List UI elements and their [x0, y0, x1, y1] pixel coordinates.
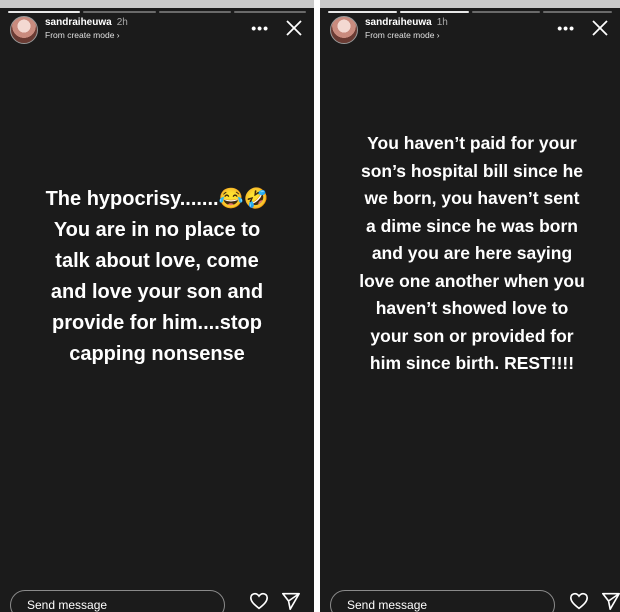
more-horizontal-icon[interactable]: •••	[557, 20, 575, 36]
send-icon[interactable]	[601, 592, 620, 610]
story-header: sandraiheuwa 2h From create mode › •••	[10, 16, 306, 44]
top-strip	[320, 0, 620, 8]
avatar[interactable]	[330, 16, 358, 44]
create-mode-link[interactable]: From create mode ›	[45, 30, 120, 40]
story-panel-left[interactable]: sandraiheuwa 2h From create mode › ••• Th…	[0, 0, 314, 612]
story-footer	[0, 582, 314, 612]
send-message-input[interactable]	[330, 590, 555, 612]
progress-segment	[83, 11, 156, 13]
story-panel-right[interactable]: sandraiheuwa 1h From create mode › ••• Yo…	[320, 0, 620, 612]
heart-icon[interactable]	[569, 592, 589, 610]
progress-segment	[233, 11, 306, 13]
progress-segment	[158, 11, 231, 13]
story-header: sandraiheuwa 1h From create mode › •••	[330, 16, 612, 44]
progress-segment	[328, 11, 397, 13]
top-strip	[0, 0, 314, 8]
username[interactable]: sandraiheuwa	[45, 17, 112, 28]
heart-icon[interactable]	[249, 592, 269, 610]
username[interactable]: sandraiheuwa	[365, 17, 432, 28]
story-progress-bar	[8, 11, 306, 13]
avatar[interactable]	[10, 16, 38, 44]
story-footer	[320, 582, 620, 612]
more-horizontal-icon[interactable]: •••	[251, 20, 269, 36]
username-row[interactable]: sandraiheuwa 2h	[45, 17, 128, 28]
close-icon[interactable]	[592, 20, 608, 36]
post-time: 2h	[116, 17, 128, 28]
post-time: 1h	[436, 17, 448, 28]
story-text: You haven’t paid for your son’s hospital…	[359, 133, 585, 373]
create-mode-link[interactable]: From create mode ›	[365, 30, 440, 40]
username-row[interactable]: sandraiheuwa 1h	[365, 17, 448, 28]
story-text: The hypocrisy.......😂🤣 You are in no pla…	[45, 188, 269, 365]
story-progress-bar	[328, 11, 612, 13]
send-icon[interactable]	[281, 592, 301, 610]
send-message-input[interactable]	[10, 590, 225, 612]
close-icon[interactable]	[286, 20, 302, 36]
progress-segment	[399, 11, 469, 13]
progress-segment	[543, 11, 612, 13]
progress-segment	[471, 11, 541, 13]
progress-segment	[8, 11, 81, 13]
